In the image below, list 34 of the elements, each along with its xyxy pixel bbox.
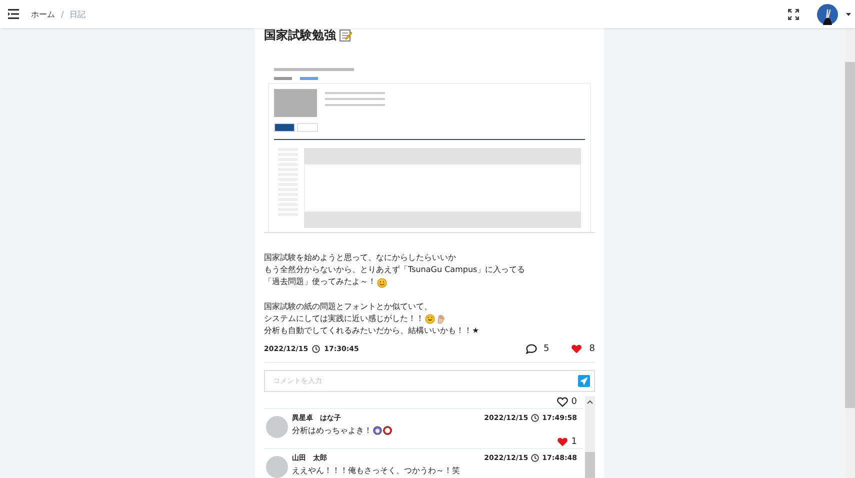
body-text: 国家試験の紙の問題とフォントとか似ていて、 [264,300,432,313]
heart-icon[interactable] [557,397,568,407]
like-count: 0 [571,397,577,407]
clock-icon [531,414,540,422]
breadcrumb-separator: / [61,10,64,18]
scrollbar[interactable] [845,28,855,478]
face-badge-icon [373,426,382,434]
avatar-photo-placeholder [266,456,288,478]
body-text: 「過去問題」使ってみたよ～！ [264,276,376,288]
caret-icon[interactable] [846,12,851,16]
like-count: 8 [589,344,595,354]
body-text: 分析も自動でしてくれるみたいだから、結構いいかも！！★ [264,325,480,338]
lifebuoy-icon [383,426,392,434]
body-text: もう全然分からないから、とりあえず「TsunaGu Campus」に入ってる [264,264,526,276]
avatar-icon[interactable] [817,4,838,24]
smiley-icon [377,278,387,288]
menu-icon[interactable] [8,9,19,19]
comment-text: ええやん！！！俺もさっそく、つかうわ～！笑 [292,464,460,476]
post-title: 国家試験勉強 [264,28,336,44]
avatar-photo-placeholder [266,416,288,438]
comment-text: 分析はめっちゃよき！ [292,424,372,436]
like-count: 1 [571,436,577,446]
fullscreen-icon[interactable] [788,8,799,20]
body-text: 国家試験を始めようと思って、なにからしたらいいか [264,252,456,264]
laughing-face-icon [425,314,435,324]
breadcrumb-link[interactable]: ホーム [31,8,55,20]
comment-icon[interactable] [526,344,537,354]
scrollbar[interactable] [585,396,595,478]
clock-icon [531,454,540,462]
comment-count: 5 [544,344,550,354]
body-text: システムにしては実践に近い感じがした！！ [264,313,424,325]
clock-icon [312,345,320,353]
hand-icon [436,314,446,324]
send-button[interactable] [578,375,590,387]
